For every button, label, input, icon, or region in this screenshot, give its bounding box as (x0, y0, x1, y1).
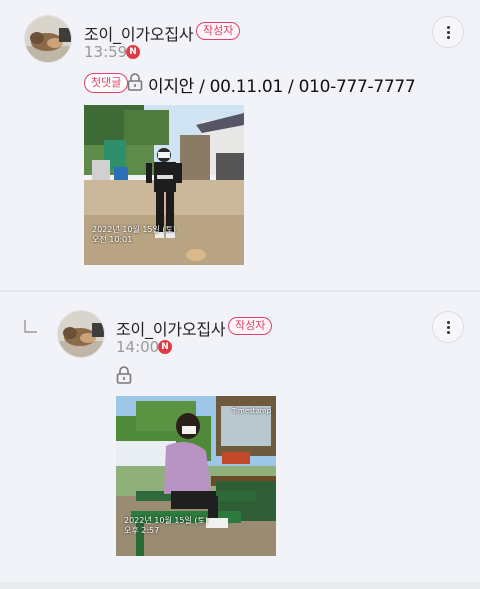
lock-icon (127, 73, 143, 91)
reply-comment-item: 조이_이가오집사 작성자 14:00 N Timestamp 2022년 10월… (0, 292, 480, 582)
more-options-button[interactable] (432, 16, 464, 48)
attached-photo[interactable]: Timestamp 2022년 10월 15일 (토) 오후 2:57 (116, 396, 276, 556)
more-vertical-icon (447, 26, 450, 29)
author-badge: 작성자 (228, 317, 273, 335)
new-badge: N (126, 45, 140, 59)
more-vertical-icon (447, 321, 450, 324)
photo-watermark: Timestamp (232, 407, 272, 415)
photo-timestamp-date: 2022년 10월 15일 (토) (124, 516, 209, 525)
reply-arrow-icon (24, 320, 37, 333)
comment-time: 13:59 (84, 43, 128, 61)
more-options-button[interactable] (432, 311, 464, 343)
bottom-bar (0, 582, 480, 589)
avatar[interactable] (57, 310, 105, 358)
comment-time: 14:00 (116, 338, 160, 356)
photo-timestamp-time: 오후 2:57 (124, 526, 160, 535)
attached-photo[interactable]: 2022년 10월 15일 (토) 오전 10:01 (84, 105, 244, 265)
first-comment-badge: 첫댓글 (84, 73, 129, 93)
author-badge: 작성자 (196, 22, 241, 40)
comment-text: 이지안 / 00.11.01 / 010-777-7777 (148, 77, 416, 97)
nickname[interactable]: 조이_이가오집사 (84, 21, 194, 45)
new-badge: N (158, 340, 172, 354)
comment-item: 조이_이가오집사 작성자 13:59 N 첫댓글 이지안 / 00.11.01 … (0, 0, 480, 290)
avatar[interactable] (24, 15, 72, 63)
nickname[interactable]: 조이_이가오집사 (116, 316, 226, 340)
photo-timestamp-time: 오전 10:01 (92, 235, 133, 244)
lock-icon (116, 366, 132, 384)
photo-timestamp-date: 2022년 10월 15일 (토) (92, 225, 177, 234)
